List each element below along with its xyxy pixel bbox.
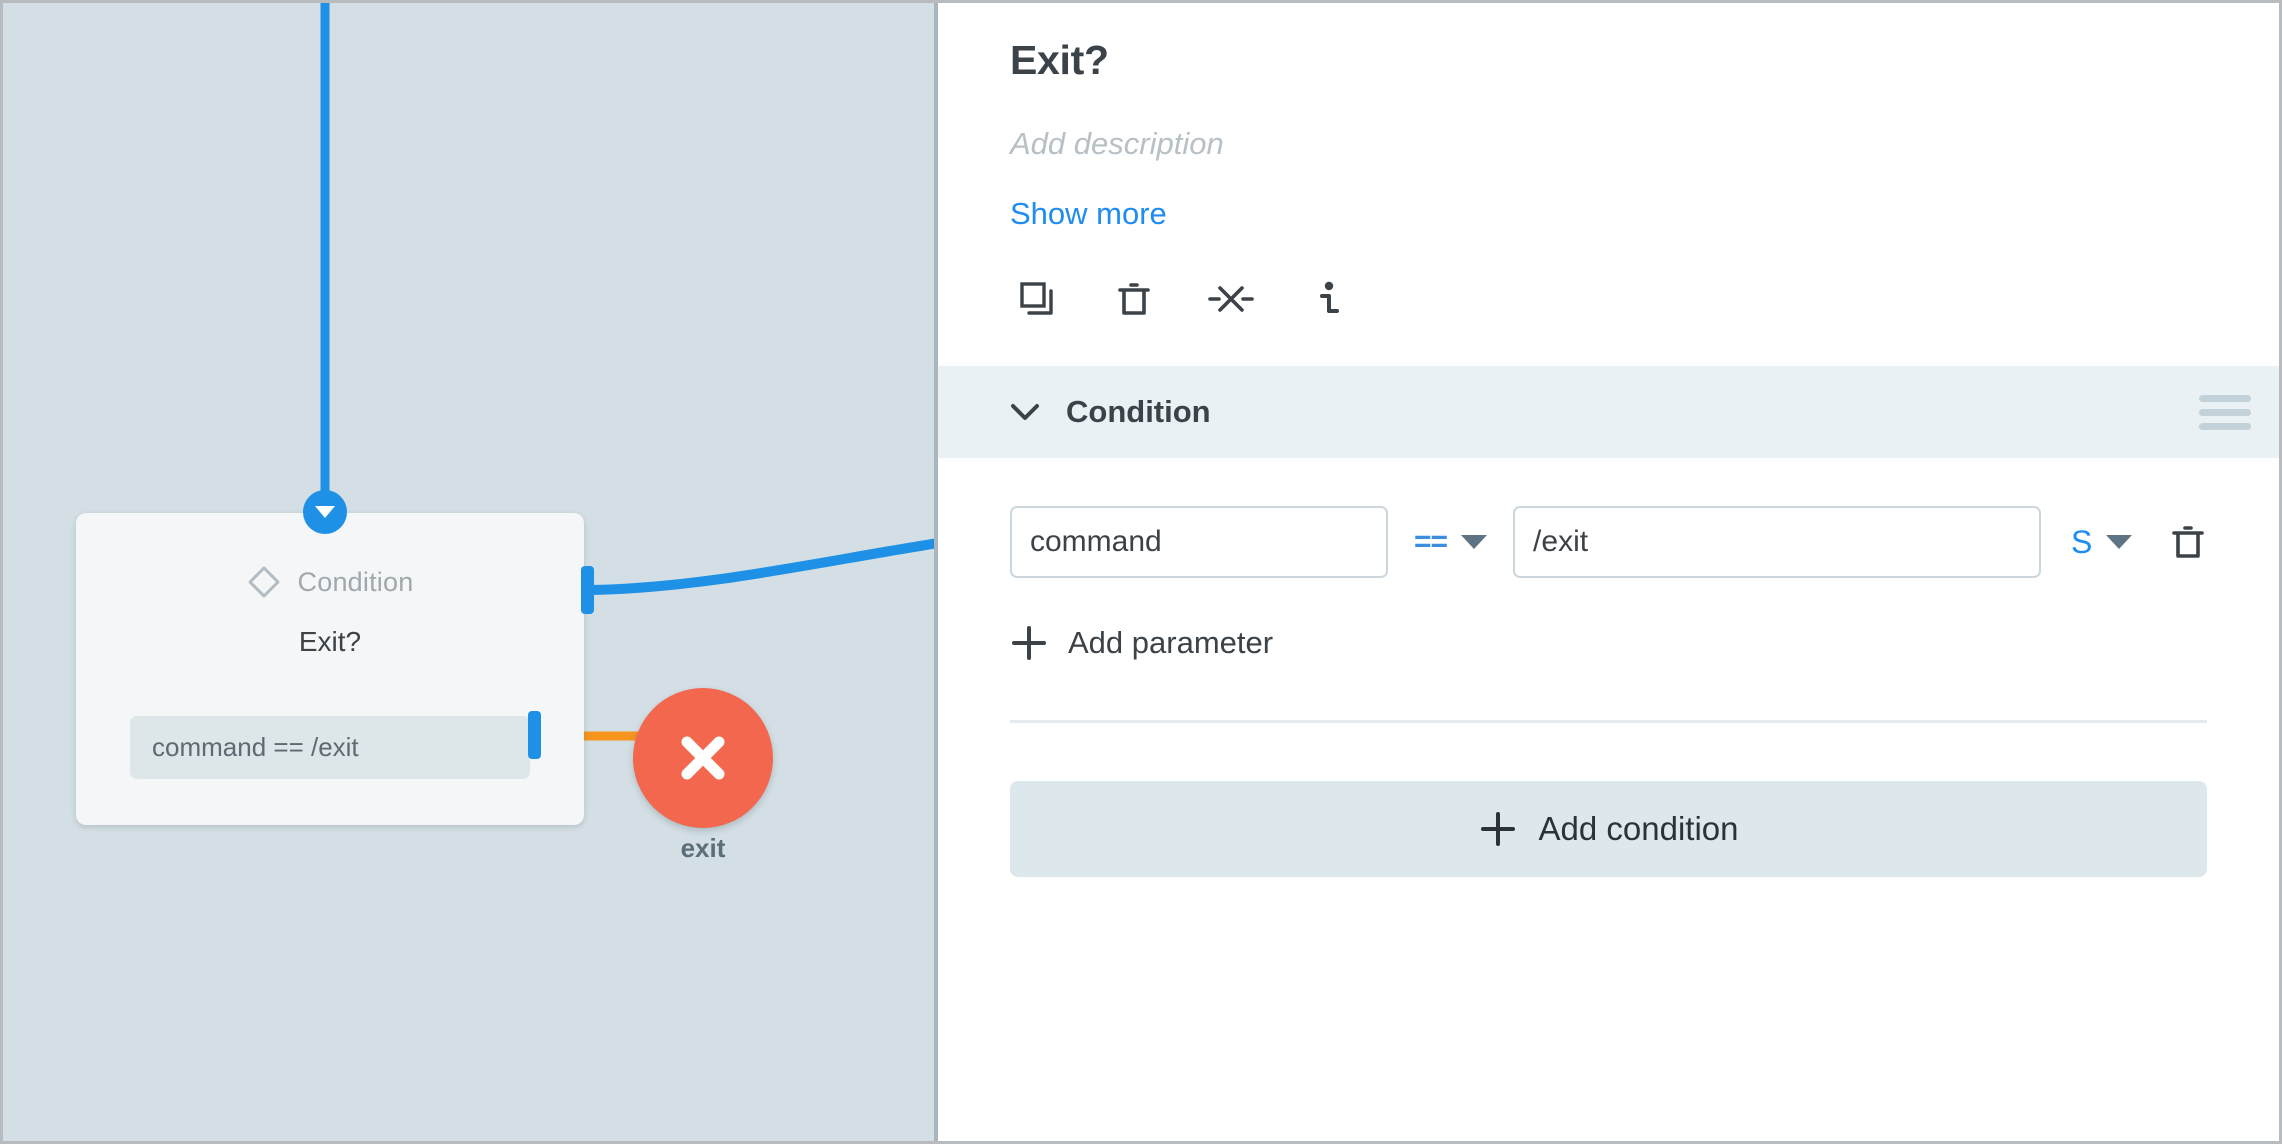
add-parameter-button[interactable]: Add parameter bbox=[1010, 624, 2279, 662]
value-type-select[interactable]: S bbox=[2071, 523, 2133, 561]
delete-node-button[interactable] bbox=[1109, 274, 1159, 324]
node-condition-chip[interactable]: command == /exit bbox=[130, 716, 530, 779]
section-divider bbox=[1010, 720, 2207, 723]
info-icon bbox=[1320, 281, 1339, 313]
section-title: Condition bbox=[1066, 394, 1211, 429]
add-condition-button[interactable]: Add condition bbox=[1010, 781, 2207, 877]
node-output-port-true[interactable] bbox=[581, 566, 594, 614]
add-parameter-label: Add parameter bbox=[1068, 625, 1274, 660]
node-output-port-false[interactable] bbox=[528, 711, 541, 759]
chevron-down-icon bbox=[315, 506, 335, 518]
plus-icon bbox=[1012, 626, 1046, 660]
chevron-down-icon bbox=[1011, 404, 1039, 420]
section-collapse-toggle[interactable] bbox=[1010, 402, 1040, 422]
close-x-icon bbox=[681, 736, 725, 780]
duplicate-icon bbox=[1020, 282, 1053, 315]
disconnect-icon bbox=[1208, 286, 1254, 312]
trash-icon bbox=[1118, 283, 1150, 315]
panel-header: Exit? Add description Show more bbox=[938, 3, 2279, 324]
node-title: Exit? bbox=[298, 626, 362, 657]
node-input-handle[interactable] bbox=[303, 490, 347, 534]
node-actions-toolbar bbox=[1010, 274, 2279, 324]
node-type-label: Condition bbox=[297, 566, 414, 597]
operator-select[interactable]: == bbox=[1414, 525, 1488, 559]
properties-panel: Exit? Add description Show more Conditio… bbox=[938, 3, 2279, 1141]
page-title: Exit? bbox=[1010, 37, 1109, 83]
plus-icon bbox=[1480, 812, 1515, 846]
app-window: Condition Exit? command == /exit exit Ex… bbox=[0, 0, 2282, 1144]
delete-condition-row-button[interactable] bbox=[2166, 520, 2210, 564]
condition-right-input[interactable] bbox=[1513, 506, 2042, 578]
drag-handle-icon[interactable] bbox=[2199, 394, 2251, 430]
flow-canvas[interactable]: Condition Exit? command == /exit exit bbox=[3, 3, 938, 1141]
exit-node-label: exit bbox=[680, 833, 726, 863]
chevron-down-icon bbox=[1461, 535, 1488, 549]
description-field[interactable]: Add description bbox=[1010, 126, 2279, 162]
condition-section-header[interactable]: Condition bbox=[938, 366, 2279, 458]
disconnect-button[interactable] bbox=[1206, 274, 1256, 324]
diamond-icon bbox=[248, 566, 280, 598]
info-button[interactable] bbox=[1303, 274, 1353, 324]
trash-icon bbox=[2172, 526, 2205, 558]
value-type-value: S bbox=[2071, 523, 2093, 560]
exit-node[interactable] bbox=[633, 688, 773, 828]
chevron-down-icon bbox=[2106, 535, 2133, 549]
operator-value: == bbox=[1414, 525, 1448, 558]
duplicate-button[interactable] bbox=[1012, 274, 1062, 324]
show-more-link[interactable]: Show more bbox=[1010, 196, 1167, 232]
condition-left-input[interactable] bbox=[1010, 506, 1388, 578]
condition-body: == S bbox=[938, 458, 2279, 662]
condition-row: == S bbox=[1010, 506, 2279, 578]
condition-node-card[interactable]: Condition Exit? command == /exit bbox=[76, 513, 584, 825]
add-condition-label: Add condition bbox=[1538, 810, 1739, 847]
node-type-row: Condition bbox=[76, 565, 584, 599]
